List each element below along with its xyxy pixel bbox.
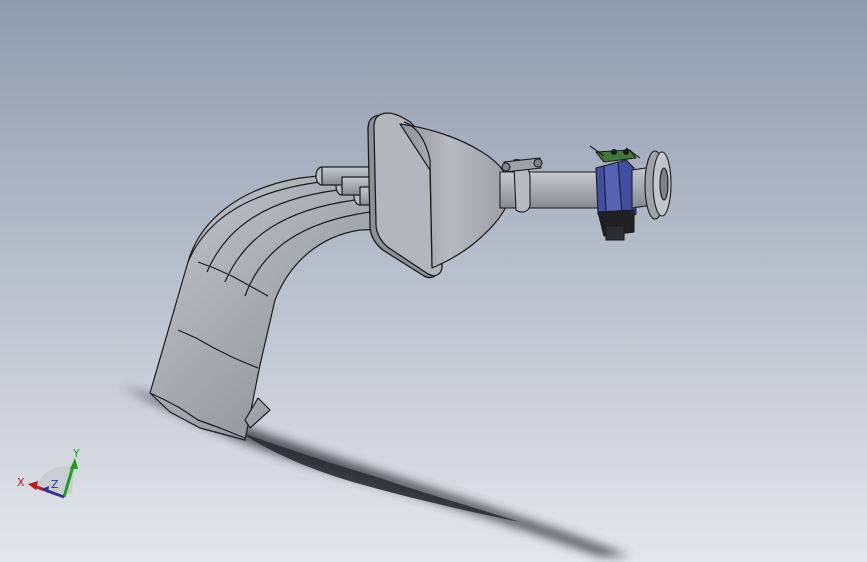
clamp-nut bbox=[533, 158, 543, 168]
clamp-bolt bbox=[501, 162, 511, 172]
throttle-screw-1 bbox=[610, 148, 618, 156]
viewport-background bbox=[0, 0, 867, 562]
actuator-plug bbox=[605, 225, 625, 241]
triad-z-label: Z bbox=[51, 478, 59, 491]
triad-y-label: Y bbox=[72, 447, 80, 460]
inlet-bore bbox=[659, 167, 669, 201]
3d-viewport[interactable]: X Y Z bbox=[0, 0, 867, 562]
throttle-screw-2 bbox=[622, 148, 630, 156]
model-scene[interactable]: X Y Z bbox=[0, 0, 867, 562]
triad-x-label: X bbox=[17, 476, 25, 489]
